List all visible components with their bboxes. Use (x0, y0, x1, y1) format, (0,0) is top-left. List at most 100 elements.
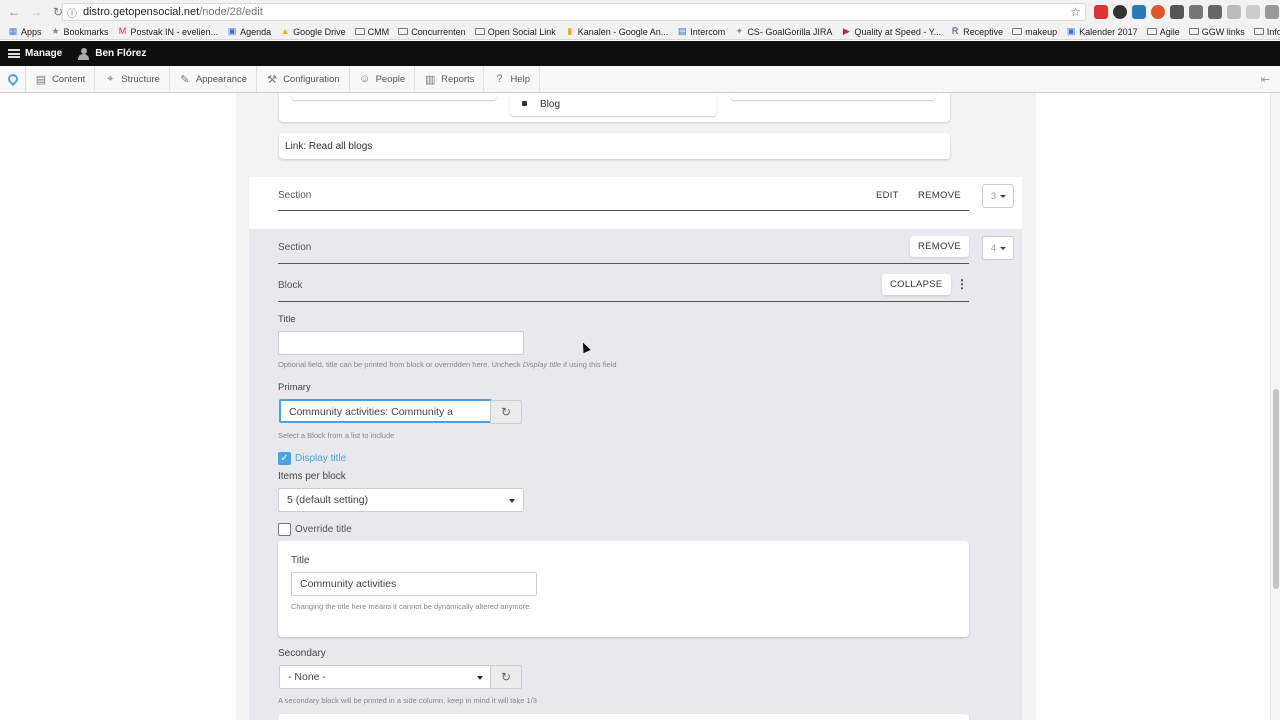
bookmark-label: Agenda (240, 26, 272, 37)
extension-blue-icon[interactable] (1132, 5, 1146, 19)
weight-select[interactable]: 3 (982, 184, 1014, 208)
bookmark-item[interactable]: ▲ Google Drive (280, 27, 346, 37)
bookmark-item[interactable]: Agile (1146, 26, 1180, 37)
toolbar-item-label: Appearance (195, 73, 248, 85)
drupal-logo-icon[interactable] (0, 66, 26, 92)
display-title-label[interactable]: Display title (295, 453, 346, 464)
bookmark-label: Info (1266, 26, 1280, 37)
toolbar-orientation-icon[interactable]: ⇤ (1261, 73, 1270, 86)
blocks-card: Blog (279, 93, 950, 122)
bookmark-label: Apps (21, 26, 42, 37)
bookmark-item[interactable]: Concurrenten (398, 27, 466, 37)
gmail-icon: M (118, 26, 127, 36)
bookmark-item[interactable]: GGW links (1188, 27, 1245, 37)
bookmark-item[interactable]: CMM (354, 27, 389, 37)
section-3: Section EDIT REMOVE 3 (249, 177, 1022, 229)
title-input[interactable] (278, 331, 524, 355)
remove-button[interactable]: REMOVE (918, 190, 961, 201)
bookmark-star-icon[interactable]: ☆ (1070, 5, 1081, 19)
secondary-block-select[interactable]: - None - (279, 665, 492, 689)
folder-icon (474, 28, 485, 35)
bookmark-item[interactable]: ▤ Intercom (677, 27, 725, 37)
bookmark-item[interactable]: Info (1253, 26, 1280, 37)
secondary-label: Secondary (278, 648, 326, 659)
toolbar-item-help[interactable]: ? Help (484, 66, 540, 92)
extension-red-icon[interactable] (1094, 5, 1108, 19)
bookmark-item[interactable]: Open Social Link (474, 27, 556, 37)
info-icon[interactable]: ⓘ (67, 5, 81, 20)
override-title-label[interactable]: Override title (295, 524, 352, 535)
bookmark-item[interactable]: ▮ Kanalen - Google An... (565, 26, 668, 37)
refresh-icon[interactable]: ↻ (490, 665, 522, 689)
display-title-checkbox[interactable]: ✓ (278, 452, 291, 465)
bookmark-label: Kalender 2017 (1079, 26, 1138, 37)
override-title-checkbox[interactable] (278, 523, 291, 536)
bookmark-item[interactable]: ▦ Apps (8, 27, 42, 37)
primary-block-input[interactable]: Community activities: Community a (279, 399, 492, 423)
toolbar-item-people[interactable]: ☺ People (350, 66, 416, 92)
bookmark-item[interactable]: M Postvak IN - evelien... (118, 26, 219, 37)
address-bar[interactable]: ⓘ distro.getopensocial.net/node/28/edit … (62, 3, 1086, 21)
menu-icon[interactable] (1265, 5, 1279, 19)
url-text: distro.getopensocial.net/node/28/edit (83, 6, 263, 18)
toolbar-item-configuration[interactable]: ⚒ Configuration (257, 66, 350, 92)
back-arrow-icon[interactable]: ← (6, 4, 22, 20)
bookmark-label: CS- GoalGorilla JIRA (747, 26, 833, 37)
collapse-button[interactable]: COLLAPSE (882, 274, 951, 295)
user-icon (78, 47, 90, 60)
extension-shield-icon[interactable] (1208, 5, 1222, 19)
toolbar-item-appearance[interactable]: ✎ Appearance (170, 66, 258, 92)
bookmark-item[interactable]: ▣ Agenda (227, 27, 271, 37)
weight-select[interactable]: 4 (982, 236, 1014, 260)
extension-gray-icon[interactable] (1227, 5, 1241, 19)
forward-arrow-icon[interactable]: → (28, 4, 44, 20)
items-per-block-select[interactable]: 5 (default setting) (278, 488, 524, 512)
items-per-block-label: Items per block (278, 471, 346, 482)
file-icon: ▤ (35, 73, 47, 86)
section-label: Section (278, 190, 312, 201)
scrollbar-thumb[interactable] (1273, 389, 1279, 589)
wrench-icon: ⚒ (267, 73, 277, 86)
user-menu[interactable]: Ben Flórez (70, 47, 154, 60)
block-item[interactable] (291, 93, 497, 100)
link-card[interactable]: Link: Read all blogs (279, 133, 950, 159)
extension-g-icon[interactable] (1189, 5, 1203, 19)
bookmark-item[interactable]: ▣ Kalender 2017 (1066, 27, 1138, 37)
override-title-fieldset: Title Community activities Changing the … (278, 541, 969, 637)
extension-dark-icon[interactable] (1113, 5, 1127, 19)
drag-handle-icon[interactable] (522, 101, 527, 106)
page-scrollbar[interactable] (1270, 93, 1280, 720)
page-content: Blog Link: Read all blogs Section EDIT R… (0, 93, 1270, 720)
blog-item-label: Blog (540, 99, 561, 110)
primary-help-text: Select a Block from a list to include (278, 431, 395, 440)
bookmark-item[interactable]: R Receptive (950, 27, 1003, 37)
structure-icon: ⌖ (107, 72, 114, 85)
bookmark-label: Receptive (963, 26, 1004, 37)
refresh-icon[interactable]: ↻ (490, 400, 522, 424)
edit-button[interactable]: EDIT (876, 190, 899, 201)
extension-light-icon[interactable] (1246, 5, 1260, 19)
toolbar-item-structure[interactable]: ⌖ Structure (95, 66, 170, 92)
block-item-blog[interactable]: Blog (510, 93, 717, 116)
extension-d-icon[interactable] (1170, 5, 1184, 19)
remove-button[interactable]: REMOVE (910, 236, 969, 257)
extension-orange-icon[interactable] (1151, 5, 1165, 19)
block-item[interactable] (730, 93, 936, 100)
bookmark-item[interactable]: makeup (1012, 27, 1057, 37)
toolbar-item-reports[interactable]: ▥ Reports (415, 66, 485, 92)
more-options-icon[interactable]: ⋮ (956, 277, 968, 291)
bookmark-label: Agile (1159, 26, 1180, 37)
bookmark-label: Postvak IN - evelien... (130, 26, 219, 37)
folder-icon (1146, 28, 1157, 35)
intercom-icon: ▤ (678, 26, 687, 36)
bookmark-item[interactable]: ✦ CS- GoalGorilla JIRA (734, 26, 833, 37)
manage-menu[interactable]: Manage (0, 48, 70, 59)
bookmark-item[interactable]: ▶ Quality at Speed - Y... (841, 27, 941, 37)
toolbar-item-content[interactable]: ▤ Content (26, 66, 96, 92)
section-divider (278, 263, 969, 264)
calendar-icon: ▣ (1066, 26, 1076, 36)
override-title-input[interactable]: Community activities (291, 572, 537, 596)
bookmark-item[interactable]: ★ Bookmarks (51, 27, 108, 37)
analytics-icon: ▮ (567, 26, 573, 36)
override-help-text: Changing the title here means it cannot … (291, 602, 532, 611)
